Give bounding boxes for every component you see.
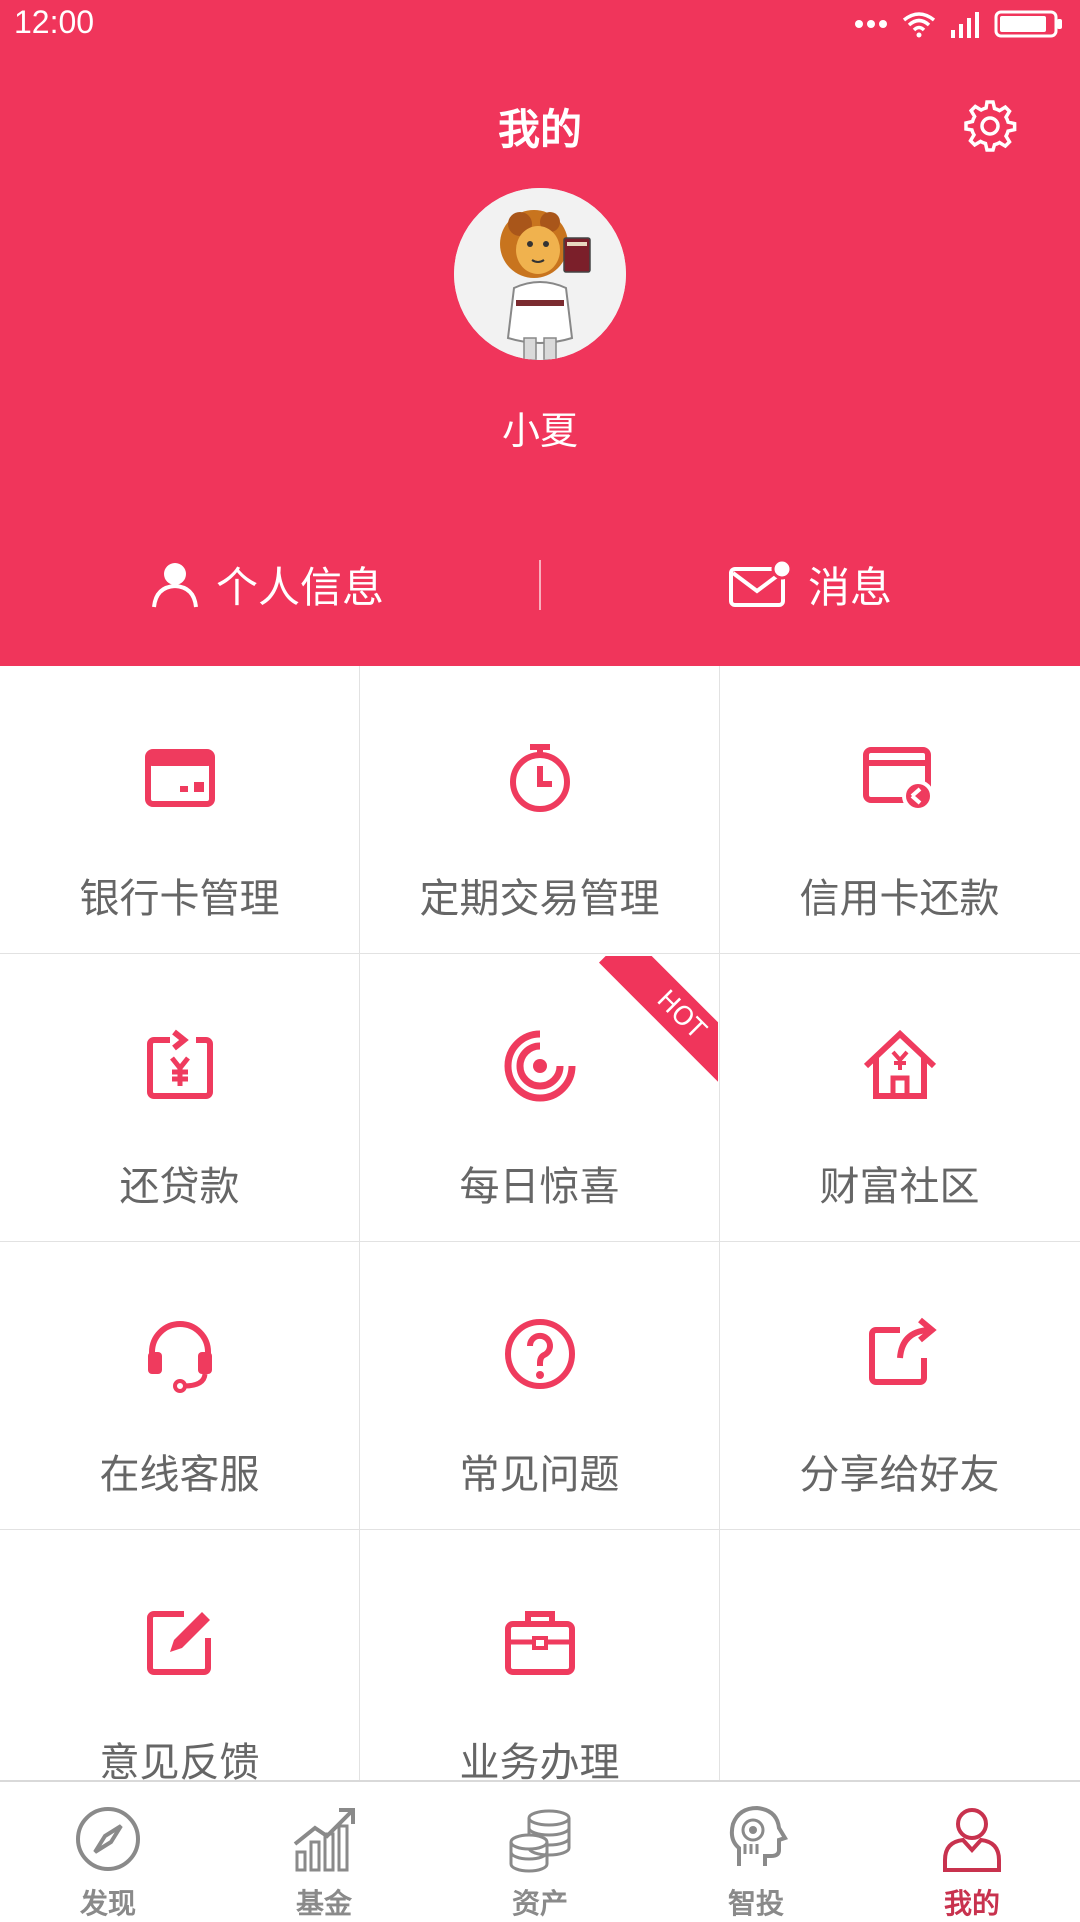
messages-button[interactable]: 消息 bbox=[728, 548, 892, 620]
battery-icon bbox=[994, 10, 1062, 38]
grid-divider bbox=[0, 953, 1080, 954]
target-icon bbox=[504, 1030, 575, 1102]
more-dots-icon bbox=[855, 20, 887, 28]
wifi-icon bbox=[902, 12, 936, 38]
grid-item-feedback[interactable]: 意见反馈 bbox=[0, 1530, 359, 1780]
username: 小夏 bbox=[501, 409, 578, 453]
grid-item-empty bbox=[720, 1530, 1079, 1780]
person-icon bbox=[152, 563, 198, 608]
headset-icon bbox=[147, 1321, 212, 1393]
grid-item-label: 财富社区 bbox=[819, 1164, 980, 1210]
bank-card-icon bbox=[144, 749, 215, 807]
credit-card-return-icon bbox=[862, 747, 934, 812]
grid-item-label: 银行卡管理 bbox=[79, 876, 280, 922]
grid-item-share-friends[interactable]: 分享给好友 bbox=[720, 1242, 1079, 1529]
grid-item-scheduled-trade[interactable]: 定期交易管理 bbox=[360, 666, 719, 953]
grid-item-label: 常见问题 bbox=[459, 1452, 620, 1498]
tab-label: 智投 bbox=[727, 1887, 784, 1920]
feature-grid: 银行卡管理 定期交易管理 信用卡还款 还贷款 每日惊喜 财富社区 在线客服 常见… bbox=[0, 666, 1080, 1780]
hot-badge: HOT bbox=[590, 956, 718, 1084]
tab-assets[interactable]: 资产 bbox=[432, 1782, 648, 1922]
gear-icon bbox=[964, 100, 1017, 152]
grid-divider bbox=[0, 1529, 1080, 1530]
grid-item-faq[interactable]: 常见问题 bbox=[360, 1242, 719, 1529]
avatar[interactable] bbox=[454, 188, 626, 360]
grid-item-label: 在线客服 bbox=[99, 1452, 260, 1498]
profile-header: 12:00 我的 小夏 个人信息 消息 bbox=[0, 0, 1080, 666]
lion-mascot-icon bbox=[454, 188, 626, 360]
tab-discover[interactable]: 发现 bbox=[0, 1782, 216, 1922]
grid-item-loan-repay[interactable]: 还贷款 bbox=[0, 954, 359, 1241]
stopwatch-icon bbox=[509, 744, 570, 812]
chart-up-icon bbox=[293, 1808, 355, 1872]
tab-label: 我的 bbox=[943, 1887, 1000, 1920]
tab-smart-invest[interactable]: 智投 bbox=[648, 1782, 864, 1922]
header-actions: 个人信息 消息 bbox=[0, 548, 1080, 620]
briefcase-icon bbox=[504, 1611, 575, 1675]
tab-fund[interactable]: 基金 bbox=[216, 1782, 432, 1922]
grid-divider bbox=[0, 1241, 1080, 1242]
messages-label: 消息 bbox=[808, 562, 893, 612]
compass-icon bbox=[76, 1807, 140, 1871]
personal-info-label: 个人信息 bbox=[216, 562, 385, 612]
loan-repay-icon bbox=[146, 1029, 213, 1099]
grid-divider bbox=[359, 666, 360, 1780]
hot-badge-label: HOT bbox=[598, 956, 718, 1084]
page-title: 我的 bbox=[497, 105, 582, 154]
share-icon bbox=[868, 1317, 937, 1385]
grid-item-label: 分享给好友 bbox=[799, 1452, 1000, 1498]
status-time: 12:00 bbox=[14, 4, 95, 40]
yuan-house-icon bbox=[863, 1029, 936, 1099]
signal-icon bbox=[951, 12, 979, 38]
grid-divider bbox=[719, 666, 720, 1780]
personal-info-button[interactable]: 个人信息 bbox=[150, 548, 384, 620]
grid-item-credit-card-repay[interactable]: 信用卡还款 bbox=[720, 666, 1079, 953]
tab-label: 资产 bbox=[511, 1887, 568, 1920]
grid-item-online-service[interactable]: 在线客服 bbox=[0, 1242, 359, 1529]
grid-item-label: 意见反馈 bbox=[99, 1740, 260, 1780]
grid-item-business-service[interactable]: 业务办理 bbox=[360, 1530, 719, 1780]
grid-item-bank-card[interactable]: 银行卡管理 bbox=[0, 666, 359, 953]
question-icon bbox=[504, 1319, 575, 1389]
edit-icon bbox=[146, 1611, 211, 1675]
actions-divider bbox=[539, 560, 541, 610]
mail-icon bbox=[729, 559, 792, 607]
grid-item-label: 业务办理 bbox=[459, 1740, 620, 1780]
grid-item-label: 定期交易管理 bbox=[419, 876, 660, 922]
grid-item-label: 还贷款 bbox=[119, 1164, 240, 1210]
coins-icon bbox=[509, 1809, 571, 1873]
tab-label: 基金 bbox=[295, 1887, 352, 1920]
status-icons bbox=[854, 8, 1064, 40]
settings-button[interactable] bbox=[960, 96, 1020, 156]
grid-item-label: 每日惊喜 bbox=[459, 1164, 620, 1210]
grid-item-label: 信用卡还款 bbox=[799, 876, 1000, 922]
grid-item-wealth-community[interactable]: 财富社区 bbox=[720, 954, 1079, 1241]
robot-head-icon bbox=[729, 1805, 788, 1866]
user-icon bbox=[943, 1808, 1001, 1872]
tab-mine[interactable]: 我的 bbox=[864, 1782, 1080, 1922]
status-bar: 12:00 bbox=[0, 0, 1080, 48]
tab-label: 发现 bbox=[79, 1887, 136, 1920]
bottom-tab-bar: 发现 基金 资产 智投 我的 bbox=[0, 1780, 1080, 1920]
